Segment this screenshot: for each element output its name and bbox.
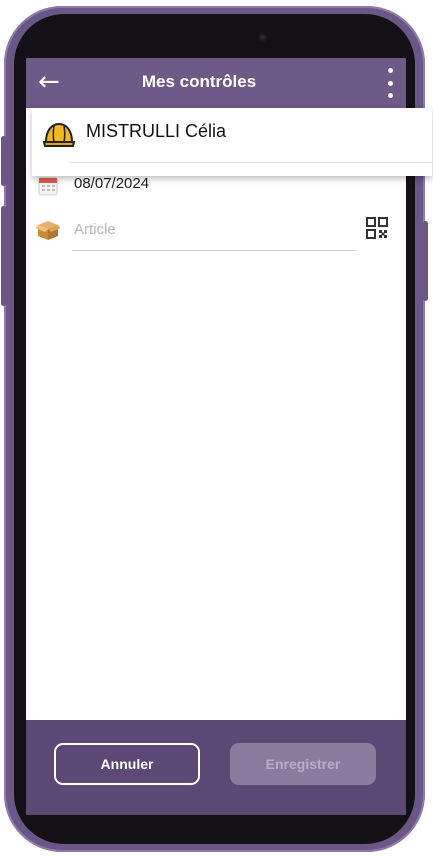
bottom-action-bar: Annuler Enregistrer: [26, 720, 406, 815]
date-value: 08/07/2024: [74, 175, 150, 192]
camera-icon: [258, 33, 267, 42]
phone-side-button: [423, 221, 428, 301]
more-vert-icon[interactable]: [386, 68, 394, 98]
user-dropdown[interactable]: MISTRULLI Célia: [32, 108, 432, 176]
article-field[interactable]: Article: [26, 206, 406, 256]
cancel-button[interactable]: Annuler: [54, 743, 200, 785]
phone-side-button: [1, 136, 6, 186]
selected-user-name: MISTRULLI Célia: [86, 121, 227, 141]
helmet-icon: [42, 118, 76, 157]
dropdown-underline: [70, 162, 432, 163]
article-underline: [72, 250, 356, 251]
phone-side-button: [1, 206, 6, 306]
page-title: Mes contrôles: [141, 72, 257, 91]
article-input[interactable]: Article: [74, 221, 116, 238]
app-bar: ← Mes contrôles: [26, 58, 406, 108]
save-button[interactable]: Enregistrer: [230, 743, 376, 785]
qr-code-icon[interactable]: [366, 217, 388, 244]
calendar-icon: [38, 176, 58, 201]
box-icon: [35, 218, 61, 247]
